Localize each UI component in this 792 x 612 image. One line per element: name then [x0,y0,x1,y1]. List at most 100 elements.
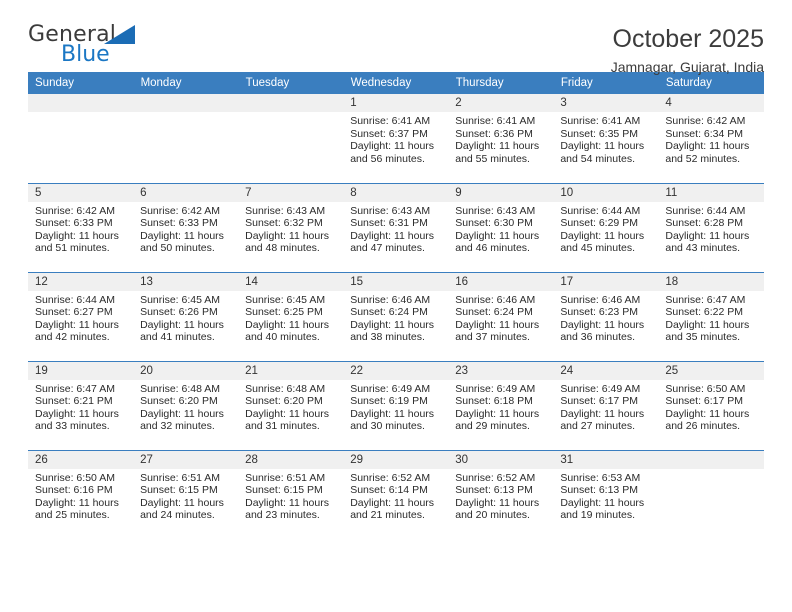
day-number: 31 [553,450,659,469]
calendar-day-cell[interactable]: 10 Sunrise: 6:44 AM Sunset: 6:29 PM Dayligh… [553,182,659,272]
day-number: 11 [658,183,764,202]
daylight-text: Daylight: 11 hours and 38 minutes. [350,318,435,344]
calendar-day-cell[interactable]: 15 Sunrise: 6:46 AM Sunset: 6:24 PM Dayligh… [343,271,449,361]
general-blue-logo[interactable]: General Blue [28,22,178,72]
calendar-day-cell[interactable]: 12 Sunrise: 6:44 AM Sunset: 6:27 PM Dayligh… [28,271,134,361]
daylight-text: Daylight: 11 hours and 42 minutes. [35,318,119,344]
daylight-text: Daylight: 11 hours and 35 minutes. [665,318,750,344]
calendar-day-cell[interactable]: 11 Sunrise: 6:44 AM Sunset: 6:28 PM Dayligh… [658,182,764,272]
weekday-header-thursday: Thursday [448,72,554,94]
day-number: 2 [448,94,554,112]
sunrise-text: Sunrise: 6:52 AM [350,471,431,484]
calendar-day-cell[interactable]: 23 Sunrise: 6:49 AM Sunset: 6:18 PM Dayligh… [448,360,554,450]
day-sun-info: Sunrise: 6:48 AM Sunset: 6:20 PM Daylight:… [238,380,343,433]
day-number: 27 [133,450,239,469]
day-sun-info: Sunrise: 6:45 AM Sunset: 6:25 PM Daylight:… [238,291,343,344]
sunrise-text: Sunrise: 6:43 AM [350,204,431,217]
calendar-day-cell[interactable]: 8 Sunrise: 6:43 AM Sunset: 6:31 PM Daylight… [343,182,449,272]
sunrise-text: Sunrise: 6:43 AM [455,204,536,217]
sunset-text: Sunset: 6:17 PM [665,395,744,408]
daylight-text: Daylight: 11 hours and 51 minutes. [35,229,119,255]
calendar-day-cell[interactable]: 9 Sunrise: 6:43 AM Sunset: 6:30 PM Daylight… [448,182,554,272]
calendar-day-cell[interactable]: 5 Sunrise: 6:42 AM Sunset: 6:33 PM Daylight… [28,182,134,272]
sunrise-text: Sunrise: 6:44 AM [560,204,641,217]
day-sun-info: Sunrise: 6:44 AM Sunset: 6:29 PM Daylight:… [553,202,658,255]
day-number: 30 [448,450,554,469]
day-number: 19 [28,361,134,380]
calendar-day-cell[interactable]: 25 Sunrise: 6:50 AM Sunset: 6:17 PM Dayligh… [658,360,764,450]
sunrise-text: Sunrise: 6:44 AM [665,204,746,217]
day-number [133,94,239,112]
calendar-day-cell[interactable]: 24 Sunrise: 6:49 AM Sunset: 6:17 PM Dayligh… [553,360,659,450]
sunrise-text: Sunrise: 6:41 AM [350,115,431,127]
logo-text-blue: Blue [61,42,110,67]
sunrise-text: Sunrise: 6:45 AM [140,293,221,306]
sunrise-text: Sunrise: 6:51 AM [245,471,326,484]
day-number: 10 [553,183,659,202]
day-number: 18 [658,272,764,291]
sunset-text: Sunset: 6:31 PM [350,217,428,230]
calendar-day-cell[interactable]: 20 Sunrise: 6:48 AM Sunset: 6:20 PM Dayligh… [133,360,239,450]
sunset-text: Sunset: 6:29 PM [560,217,638,230]
calendar-day-cell[interactable]: 3 Sunrise: 6:41 AM Sunset: 6:35 PM Daylight… [553,94,659,183]
calendar-day-cell[interactable]: 31 Sunrise: 6:53 AM Sunset: 6:13 PM Dayligh… [553,449,659,539]
day-sun-info: Sunrise: 6:51 AM Sunset: 6:15 PM Daylight:… [133,469,238,522]
day-sun-info: Sunrise: 6:46 AM Sunset: 6:24 PM Daylight:… [448,291,553,344]
day-sun-info: Sunrise: 6:49 AM Sunset: 6:19 PM Daylight:… [343,380,448,433]
sunrise-text: Sunrise: 6:50 AM [665,382,746,395]
sunset-text: Sunset: 6:26 PM [140,306,218,319]
calendar-week-row: 5 Sunrise: 6:42 AM Sunset: 6:33 PM Daylight… [28,182,764,272]
calendar-day-cell-empty [133,94,239,183]
day-number: 5 [28,183,134,202]
sunrise-text: Sunrise: 6:46 AM [560,293,641,306]
calendar-day-cell[interactable]: 17 Sunrise: 6:46 AM Sunset: 6:23 PM Dayligh… [553,271,659,361]
daylight-text: Daylight: 11 hours and 37 minutes. [455,318,540,344]
sunset-text: Sunset: 6:21 PM [35,395,113,408]
calendar-day-cell[interactable]: 19 Sunrise: 6:47 AM Sunset: 6:21 PM Dayligh… [28,360,134,450]
day-sun-info: Sunrise: 6:49 AM Sunset: 6:17 PM Daylight:… [553,380,658,433]
day-sun-info: Sunrise: 6:42 AM Sunset: 6:33 PM Daylight:… [28,202,133,255]
calendar-day-cell[interactable]: 2 Sunrise: 6:41 AM Sunset: 6:36 PM Daylight… [448,94,554,183]
calendar-week-row: 1 Sunrise: 6:41 AM Sunset: 6:37 PM Daylight… [28,94,764,183]
calendar-day-cell[interactable]: 14 Sunrise: 6:45 AM Sunset: 6:25 PM Dayligh… [238,271,344,361]
calendar-day-cell[interactable]: 6 Sunrise: 6:42 AM Sunset: 6:33 PM Daylight… [133,182,239,272]
calendar-day-cell[interactable]: 28 Sunrise: 6:51 AM Sunset: 6:15 PM Dayligh… [238,449,344,539]
calendar-day-cell[interactable]: 7 Sunrise: 6:43 AM Sunset: 6:32 PM Daylight… [238,182,344,272]
day-sun-info: Sunrise: 6:52 AM Sunset: 6:13 PM Daylight:… [448,469,553,522]
sunrise-text: Sunrise: 6:49 AM [560,382,641,395]
day-sun-info: Sunrise: 6:49 AM Sunset: 6:18 PM Daylight:… [448,380,553,433]
sunset-text: Sunset: 6:20 PM [245,395,323,408]
sunrise-text: Sunrise: 6:46 AM [455,293,536,306]
calendar-day-cell[interactable]: 18 Sunrise: 6:47 AM Sunset: 6:22 PM Dayligh… [658,271,764,361]
day-number [658,450,764,469]
calendar-day-cell[interactable]: 30 Sunrise: 6:52 AM Sunset: 6:13 PM Dayligh… [448,449,554,539]
page-subtitle: Jamnagar, Gujarat, India [610,59,764,75]
day-number: 12 [28,272,134,291]
day-number: 13 [133,272,239,291]
sunrise-text: Sunrise: 6:48 AM [245,382,326,395]
calendar-day-cell[interactable]: 13 Sunrise: 6:45 AM Sunset: 6:26 PM Dayligh… [133,271,239,361]
day-number: 1 [343,94,449,112]
day-number: 8 [343,183,449,202]
calendar-day-cell[interactable]: 26 Sunrise: 6:50 AM Sunset: 6:16 PM Dayligh… [28,449,134,539]
month-calendar: Sunday Monday Tuesday Wednesday Thursday Frid… [28,72,765,539]
calendar-day-cell[interactable]: 22 Sunrise: 6:49 AM Sunset: 6:19 PM Dayligh… [343,360,449,450]
calendar-day-cell[interactable]: 21 Sunrise: 6:48 AM Sunset: 6:20 PM Dayligh… [238,360,344,450]
sunset-text: Sunset: 6:32 PM [245,217,323,230]
daylight-text: Daylight: 11 hours and 43 minutes. [665,229,750,255]
day-sun-info: Sunrise: 6:47 AM Sunset: 6:21 PM Daylight:… [28,380,133,433]
day-number: 14 [238,272,344,291]
calendar-day-cell[interactable]: 29 Sunrise: 6:52 AM Sunset: 6:14 PM Dayligh… [343,449,449,539]
day-sun-info: Sunrise: 6:44 AM Sunset: 6:28 PM Daylight:… [658,202,763,255]
daylight-text: Daylight: 11 hours and 23 minutes. [245,496,329,522]
sunrise-text: Sunrise: 6:44 AM [35,293,115,306]
sunset-text: Sunset: 6:13 PM [455,484,533,497]
calendar-day-cell[interactable]: 27 Sunrise: 6:51 AM Sunset: 6:15 PM Dayligh… [133,449,239,539]
sunset-text: Sunset: 6:22 PM [665,306,744,319]
calendar-day-cell[interactable]: 1 Sunrise: 6:41 AM Sunset: 6:37 PM Daylight… [343,94,449,183]
calendar-day-cell[interactable]: 16 Sunrise: 6:46 AM Sunset: 6:24 PM Dayligh… [448,271,554,361]
calendar-day-cell[interactable]: 4 Sunrise: 6:42 AM Sunset: 6:34 PM Daylight… [658,94,764,183]
sunrise-text: Sunrise: 6:41 AM [560,115,641,127]
sunrise-text: Sunrise: 6:43 AM [245,204,326,217]
daylight-text: Daylight: 11 hours and 33 minutes. [35,407,119,433]
